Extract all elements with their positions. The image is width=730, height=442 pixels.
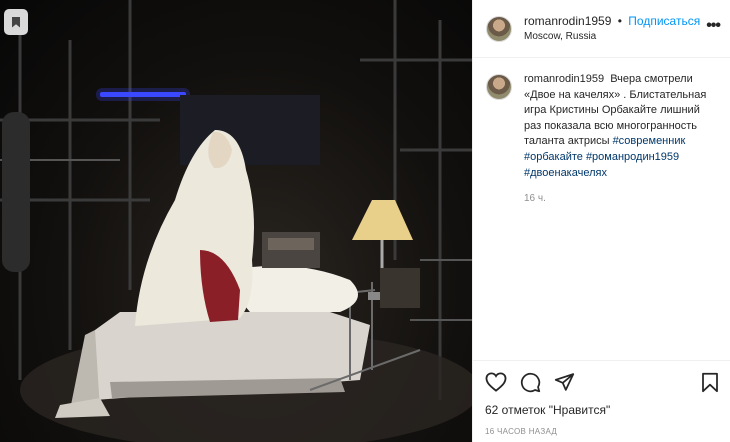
post-header: romanrodin1959 • Подписаться Moscow, Rus… (473, 0, 730, 58)
caption-comment: romanrodin1959 Вчера смотрели «Двое на к… (473, 58, 730, 207)
post-location[interactable]: Moscow, Russia (524, 29, 706, 45)
caption-username[interactable]: romanrodin1959 (524, 73, 604, 85)
instagram-post-modal: romanrodin1959 • Подписаться Moscow, Rus… (0, 0, 730, 442)
action-icons (485, 371, 719, 393)
caption-time: 16 ч. (524, 193, 546, 205)
author-username[interactable]: romanrodin1959 (524, 14, 611, 28)
author-line: romanrodin1959 • Подписаться (524, 13, 706, 29)
hashtag-link[interactable]: #современник (613, 135, 686, 147)
separator-dot: • (617, 13, 622, 28)
follow-button[interactable]: Подписаться (628, 14, 700, 28)
post-side-panel: romanrodin1959 • Подписаться Moscow, Rus… (472, 0, 730, 442)
stage-scene-image (0, 0, 472, 442)
caption-body: romanrodin1959 Вчера смотрели «Двое на к… (524, 72, 718, 207)
bookmark-icon[interactable] (701, 372, 719, 393)
hashtag-link[interactable]: #двоенакачелях (524, 167, 607, 179)
post-actions: 62 отметок "Нравится" 16 ЧАСОВ НАЗАД (473, 360, 730, 436)
bookmark-badge-icon (12, 16, 20, 28)
posted-ago[interactable]: 16 ЧАСОВ НАЗАД (485, 427, 719, 436)
heart-icon[interactable] (485, 372, 507, 392)
hashtag-link[interactable]: #орбакайте (524, 151, 583, 163)
share-icon[interactable] (554, 372, 575, 392)
post-photo[interactable] (0, 0, 472, 442)
likes-count[interactable]: 62 отметок "Нравится" (485, 403, 719, 417)
author-avatar[interactable] (486, 15, 512, 42)
bookmark-badge[interactable] (4, 9, 28, 35)
comment-icon[interactable] (520, 372, 541, 393)
hashtag-link[interactable]: #романродин1959 (586, 151, 679, 163)
caption-avatar[interactable] (486, 74, 512, 100)
author-info: romanrodin1959 • Подписаться Moscow, Rus… (524, 13, 706, 45)
more-options-icon[interactable]: ••• (706, 17, 721, 35)
